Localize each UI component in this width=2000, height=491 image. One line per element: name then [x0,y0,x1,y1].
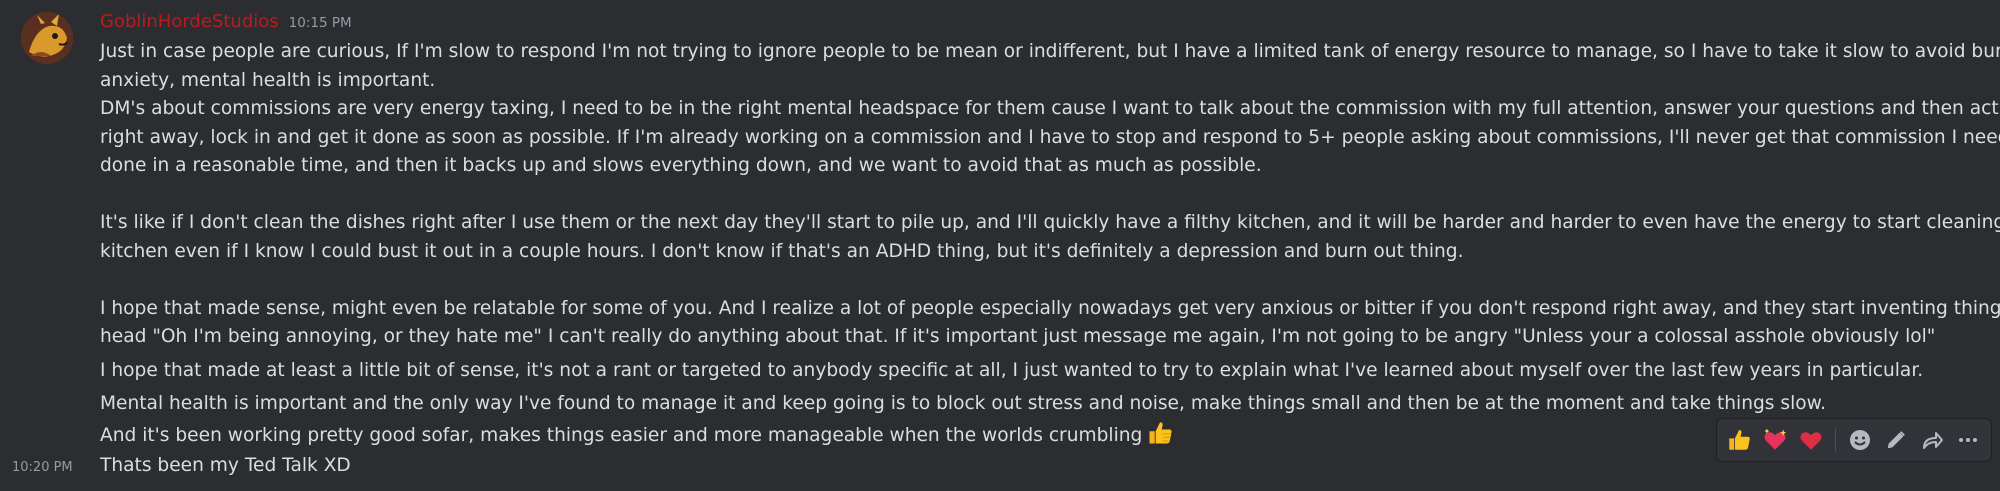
goblin-avatar-icon [21,12,73,64]
message-line: Mental health is important and the only … [100,393,1827,414]
avatar[interactable] [21,12,73,64]
message-line: I hope that made sense, might even be re… [100,297,2000,319]
message-group: GoblinHordeStudios 10:15 PM Just in case… [0,0,2000,450]
add-reaction-icon [1850,430,1870,450]
message-paragraph-2: I hope that made at least a little bit o… [100,357,1990,386]
message-line: It's like if I don't clean the dishes ri… [100,212,2000,233]
ellipsis-icon [1959,438,1977,442]
message-line: I hope that made at least a little bit o… [100,360,1924,381]
forward-arrow-icon [1923,432,1943,449]
pencil-icon [1887,431,1905,449]
message-body: Just in case people are curious, If I'm … [100,38,2000,352]
message-line: anxiety, mental health is important. [100,69,436,91]
message-line: done in a reasonable time, and then it b… [100,155,1262,176]
message-header: GoblinHordeStudios 10:15 PM [100,11,352,35]
followup-message: 10:20 PM Thats been my Ted Talk XD [0,452,2000,485]
message-line-with-emoji: And it's been working pretty good sofar,… [100,419,1990,448]
thumbs-up-icon [1729,430,1750,450]
thumbs-up-emoji-icon [1149,421,1172,443]
username[interactable]: GoblinHordeStudios [100,11,279,32]
message-timestamp[interactable]: 10:15 PM [289,15,352,31]
message-line: Just in case people are curious, If I'm … [100,41,2000,62]
followup-timestamp[interactable]: 10:20 PM [12,460,73,475]
chat-view: GoblinHordeStudios 10:15 PM Just in case… [0,0,2000,491]
message-paragraph-3: Mental health is important and the only … [100,390,1990,447]
red-heart-icon [1800,432,1822,450]
toolbar-divider [1835,428,1836,452]
message-line: head "Oh I'm being annoying, or they hat… [100,326,1936,347]
message-line-blank [100,266,1990,295]
followup-text: Thats been my Ted Talk XD [100,455,351,476]
sparkling-heart-icon [1764,428,1787,450]
message-line: DM's about commissions are very energy t… [100,98,2000,119]
message-line: kitchen even if I know I could bust it o… [100,240,1464,262]
message-line-blank [100,181,1990,210]
message-line-text: And it's been working pretty good sofar,… [100,424,1143,446]
message-line: right away, lock in and get it done as s… [100,126,2000,148]
